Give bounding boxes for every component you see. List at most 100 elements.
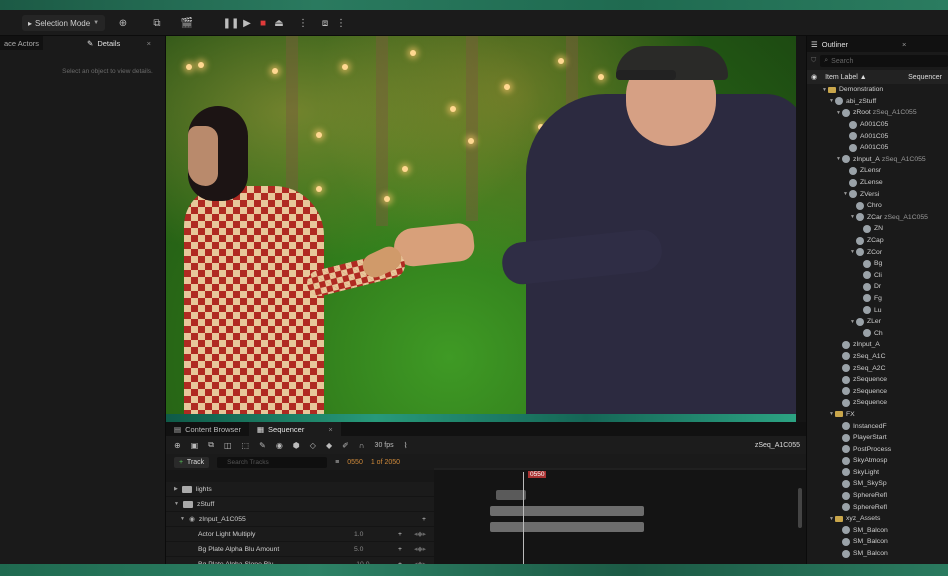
- close-icon[interactable]: ×: [902, 40, 906, 49]
- outliner-tab[interactable]: ☰ Outliner ×: [807, 36, 948, 52]
- outliner-row[interactable]: InstancedF: [807, 420, 948, 432]
- expand-arrow-icon[interactable]: ▼: [821, 87, 828, 93]
- stop-icon[interactable]: ■: [256, 16, 270, 30]
- outliner-row[interactable]: Cli: [807, 270, 948, 282]
- overflow-icon[interactable]: ⋮: [334, 16, 348, 30]
- outliner-row[interactable]: ▼ zRoot zSeq_A1C055: [807, 107, 948, 119]
- expand-arrow-icon[interactable]: ▼: [849, 319, 856, 325]
- cinematics-icon[interactable]: 🎬: [180, 16, 194, 30]
- level-viewport[interactable]: [166, 36, 796, 414]
- expand-arrow-icon[interactable]: ▶: [174, 486, 178, 492]
- key-icon[interactable]: ◇: [310, 441, 316, 450]
- expand-arrow-icon[interactable]: ▼: [828, 411, 835, 417]
- add-key-icon[interactable]: +: [422, 516, 434, 523]
- outliner-row[interactable]: SM_Balcon: [807, 536, 948, 548]
- expand-arrow-icon[interactable]: ▼: [835, 156, 842, 162]
- pause-icon[interactable]: ❚❚: [223, 16, 240, 30]
- outliner-row[interactable]: zSequence: [807, 397, 948, 409]
- outliner-row[interactable]: ▼ abi_zStuff: [807, 96, 948, 108]
- track-value[interactable]: 1.0: [354, 531, 394, 538]
- current-frame[interactable]: 0550: [347, 459, 363, 466]
- more-options-icon[interactable]: ⋮: [296, 16, 310, 30]
- outliner-row[interactable]: ZN: [807, 223, 948, 235]
- expand-arrow-icon[interactable]: ▼: [180, 516, 185, 522]
- track-row[interactable]: ▶ lights: [166, 482, 434, 497]
- visibility-eye-icon[interactable]: ◉: [811, 73, 817, 81]
- outliner-row[interactable]: Bg: [807, 258, 948, 270]
- expand-arrow-icon[interactable]: ▼: [828, 98, 835, 104]
- eject-icon[interactable]: ⏏: [272, 16, 286, 30]
- outliner-row[interactable]: SphereRefl: [807, 501, 948, 513]
- view-options-icon[interactable]: ◉: [276, 441, 283, 450]
- outliner-row[interactable]: ZLensr: [807, 165, 948, 177]
- render-icon[interactable]: ⬚: [242, 441, 250, 450]
- outliner-row[interactable]: ▼ ZCor: [807, 246, 948, 258]
- add-key-icon[interactable]: +: [398, 531, 410, 538]
- play-icon[interactable]: ▶: [240, 16, 254, 30]
- playhead[interactable]: [523, 472, 524, 566]
- timeline-scrollbar[interactable]: [798, 488, 802, 528]
- add-actor-icon[interactable]: ⊕: [116, 16, 130, 30]
- blueprint-icon[interactable]: ⧉: [150, 16, 164, 30]
- outliner-row[interactable]: zSequence: [807, 374, 948, 386]
- track-section[interactable]: [496, 490, 526, 500]
- outliner-row[interactable]: PostProcess: [807, 443, 948, 455]
- auto-key-icon[interactable]: ◆: [326, 441, 332, 450]
- brush-icon[interactable]: ✐: [342, 441, 349, 450]
- outliner-search-input[interactable]: ⌕ Search: [820, 55, 948, 67]
- track-row[interactable]: ▼ zStuff: [166, 497, 434, 512]
- outliner-row[interactable]: ▼ Demonstration: [807, 84, 948, 96]
- outliner-row[interactable]: A001C05: [807, 119, 948, 131]
- expand-arrow-icon[interactable]: ▼: [174, 501, 179, 507]
- expand-arrow-icon[interactable]: ▼: [842, 191, 849, 197]
- timeline-area[interactable]: [434, 470, 806, 566]
- outliner-row[interactable]: PlayerStart: [807, 432, 948, 444]
- outliner-row[interactable]: ZLense: [807, 177, 948, 189]
- edit-tool-icon[interactable]: ✎: [259, 441, 266, 450]
- track-section[interactable]: [490, 506, 644, 516]
- column-item-label[interactable]: Item Label ▲: [825, 74, 867, 81]
- outliner-row[interactable]: ▼ ZLer: [807, 316, 948, 328]
- outliner-row[interactable]: ▼ zInput_A zSeq_A1C055: [807, 154, 948, 166]
- expand-arrow-icon[interactable]: ▼: [835, 110, 842, 116]
- selection-mode-dropdown[interactable]: ▸ Selection Mode ▼: [22, 15, 106, 31]
- add-key-icon[interactable]: +: [398, 546, 410, 553]
- column-sequencer[interactable]: Sequencer: [908, 74, 948, 81]
- outliner-row[interactable]: ▼ ZCar zSeq_A1C055: [807, 212, 948, 224]
- find-asset-icon[interactable]: ⧉: [208, 440, 214, 450]
- track-value[interactable]: 5.0: [354, 546, 394, 553]
- outliner-row[interactable]: SM_Balcon: [807, 548, 948, 560]
- camera-icon[interactable]: ◫: [224, 441, 232, 450]
- save-icon[interactable]: ▣: [191, 441, 199, 450]
- outliner-row[interactable]: A001C05: [807, 142, 948, 154]
- playback-options-icon[interactable]: ⬢: [293, 441, 300, 450]
- tab-sequencer[interactable]: ▦ Sequencer ×: [248, 422, 341, 436]
- magnet-icon[interactable]: ∩: [359, 441, 365, 450]
- outliner-row[interactable]: zSeq_A2C: [807, 362, 948, 374]
- tab-content-browser[interactable]: ▤ Content Browser: [166, 422, 249, 436]
- outliner-row[interactable]: SM_Balcon: [807, 525, 948, 537]
- outliner-row[interactable]: ▼ xyz_Assets: [807, 513, 948, 525]
- outliner-row[interactable]: ▼ FX: [807, 409, 948, 421]
- filter-icon[interactable]: ⛉: [811, 57, 816, 65]
- tab-place-actors[interactable]: ace Actors: [0, 36, 43, 50]
- key-navigation-icon[interactable]: ◂◆▸: [414, 545, 434, 553]
- outliner-row[interactable]: SkyAtmosp: [807, 455, 948, 467]
- outliner-row[interactable]: Dr: [807, 281, 948, 293]
- world-icon[interactable]: ⊕: [174, 441, 181, 450]
- outliner-row[interactable]: Lu: [807, 304, 948, 316]
- add-track-button[interactable]: + Track: [174, 456, 210, 468]
- platforms-icon[interactable]: ⧈: [318, 16, 332, 30]
- expand-arrow-icon[interactable]: ▼: [828, 516, 835, 522]
- close-icon[interactable]: ×: [328, 425, 332, 434]
- outliner-row[interactable]: zInput_A: [807, 339, 948, 351]
- track-row[interactable]: Bg Plate Alpha Blu Amount 5.0 + ◂◆▸: [166, 542, 434, 557]
- outliner-row[interactable]: ZCap: [807, 235, 948, 247]
- outliner-row[interactable]: zSequence: [807, 385, 948, 397]
- fps-dropdown[interactable]: 30 fps: [375, 442, 394, 449]
- key-navigation-icon[interactable]: ◂◆▸: [414, 530, 434, 538]
- outliner-row[interactable]: SM_SkySp: [807, 478, 948, 490]
- track-row[interactable]: ▼ ◉ zInput_A1C055 +: [166, 512, 434, 527]
- track-row[interactable]: Actor Light Multiply 1.0 + ◂◆▸: [166, 527, 434, 542]
- expand-arrow-icon[interactable]: ▼: [849, 214, 856, 220]
